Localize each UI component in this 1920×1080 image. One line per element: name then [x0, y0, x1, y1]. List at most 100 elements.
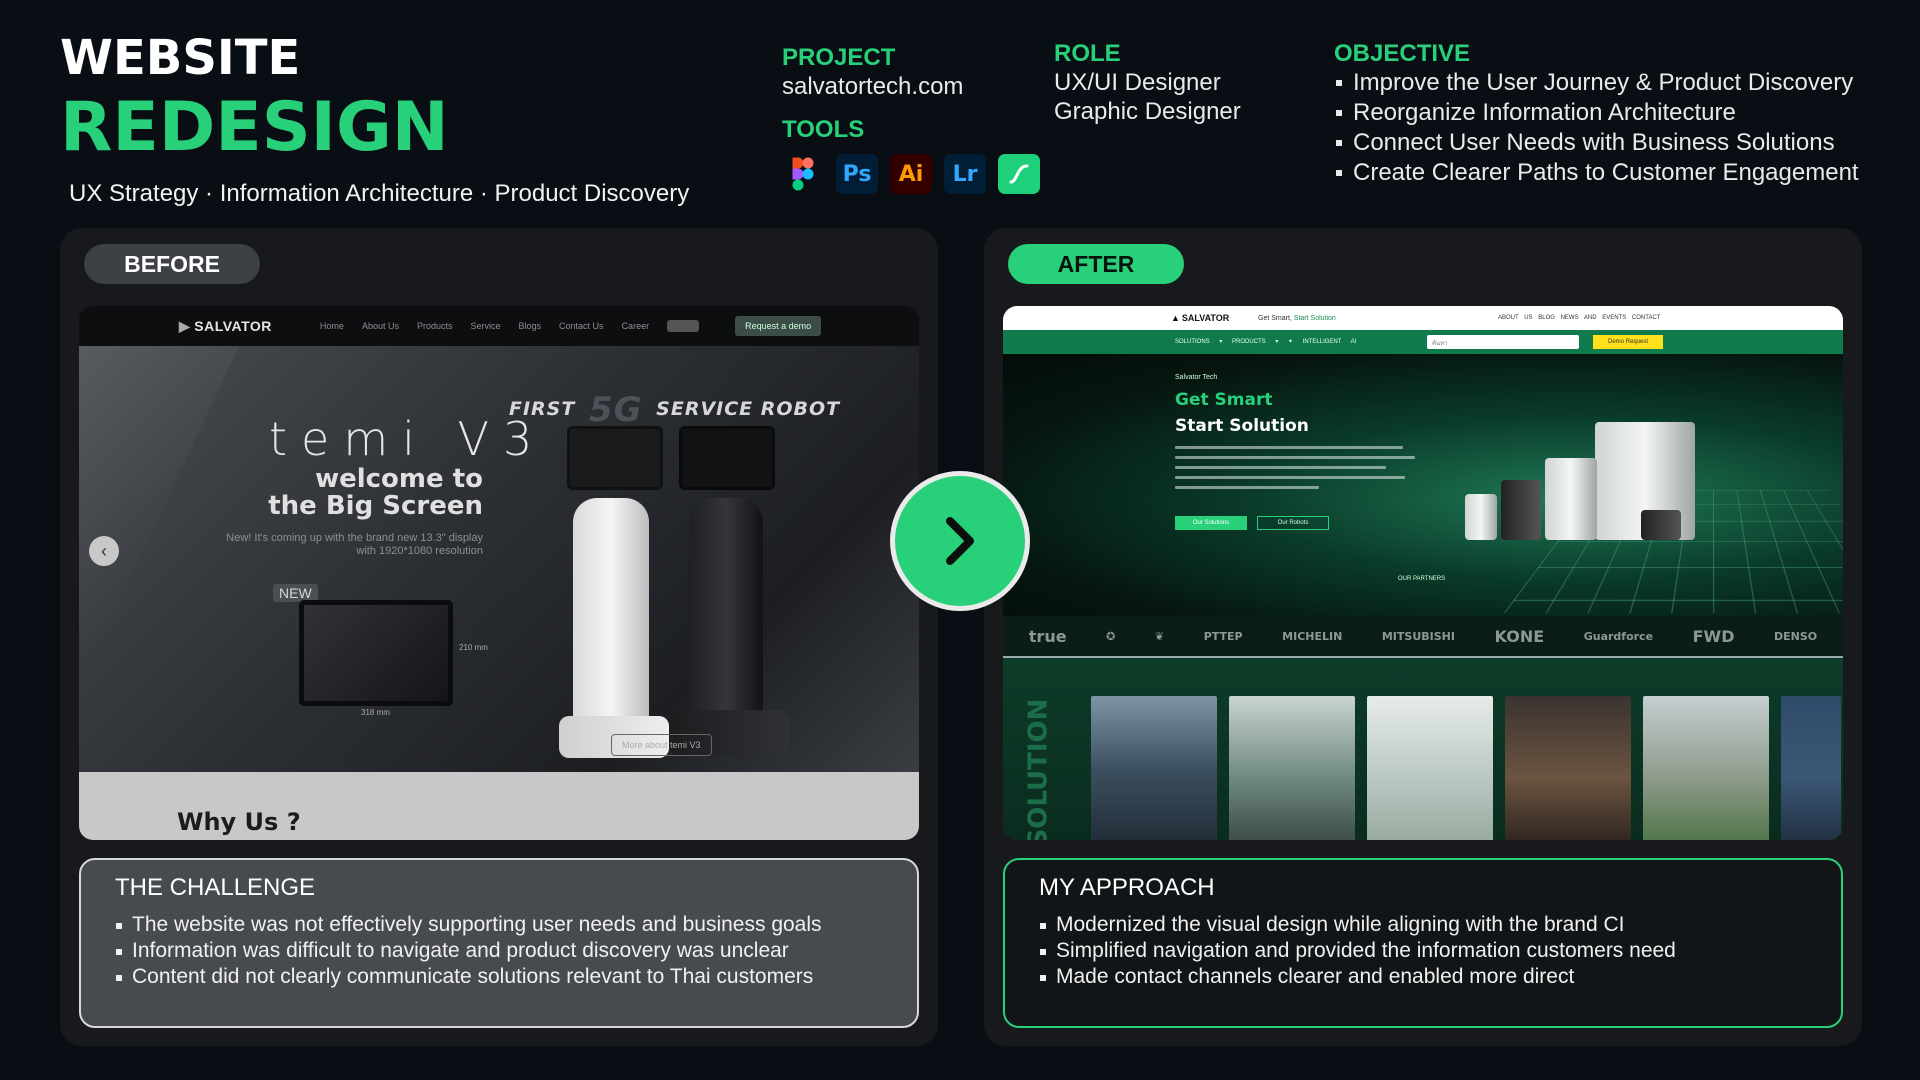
language-toggle[interactable]: [667, 320, 700, 332]
before-nav-item[interactable]: Home: [320, 321, 344, 331]
after-site-logo: SALVATOR: [1171, 313, 1229, 323]
subtitle: UX Strategy · Information Architecture ·…: [69, 180, 690, 207]
partner-logo: true: [1028, 626, 1067, 646]
decorative-stripe: [79, 346, 239, 646]
hero-headline: FIRST 5G SERVICE ROBOT: [509, 390, 841, 430]
approach-list: Modernized the visual design while align…: [1039, 912, 1807, 990]
partner-logo: ❦: [1154, 629, 1165, 643]
partners-logos: true ✪ ❦ PTTEP MICHELIN MITSUBISHI KONE …: [1003, 616, 1843, 658]
before-site-logo: SALVATOR: [179, 318, 272, 335]
objective-item: Create Clearer Paths to Customer Engagem…: [1334, 158, 1859, 188]
partner-logo: FWD: [1692, 626, 1735, 646]
illustrator-icon: Ai: [890, 154, 932, 194]
after-nav-links[interactable]: ABOUT US BLOG NEWS AND EVENTS CONTACT: [1498, 315, 1660, 321]
request-demo-button[interactable]: Request a demo: [735, 316, 822, 336]
approach-title: MY APPROACH: [1039, 874, 1215, 901]
objective-item: Improve the User Journey & Product Disco…: [1334, 68, 1859, 98]
project-block: PROJECT salvatortech.com: [782, 44, 963, 101]
approach-item: Made contact channels clearer and enable…: [1039, 964, 1807, 990]
our-robots-button[interactable]: Our Robots: [1257, 516, 1329, 530]
more-about-button[interactable]: More about temi V3: [611, 734, 712, 756]
before-nav-item[interactable]: Products: [417, 321, 453, 331]
role-line: UX/UI Designer: [1054, 69, 1221, 96]
objective-heading: OBJECTIVE: [1334, 40, 1471, 67]
partner-logo: PTTEP: [1203, 629, 1243, 643]
approach-item: Simplified navigation and provided the i…: [1039, 938, 1807, 964]
why-us-section: Why Us ?: [79, 772, 919, 840]
role-heading: ROLE: [1054, 40, 1121, 67]
solution-tile-hotel[interactable]: [1505, 696, 1631, 840]
after-subnav-items[interactable]: SOLUTIONS ▾ PRODUCTS ▾ ✦ INTELLIGENT AI: [1175, 338, 1356, 345]
challenge-list: The website was not effectively supporti…: [115, 912, 883, 990]
objective-list: Improve the User Journey & Product Disco…: [1334, 68, 1859, 188]
photoshop-icon: Ps: [836, 154, 878, 194]
title-redesign: REDESIGN: [60, 88, 449, 167]
before-nav-item[interactable]: Contact Us: [559, 321, 604, 331]
dimension-height: 210 mm: [459, 643, 488, 652]
before-nav-item[interactable]: About Us: [362, 321, 399, 331]
project-heading: PROJECT: [782, 44, 896, 71]
sw-icon: [998, 154, 1040, 194]
challenge-item: Information was difficult to navigate an…: [115, 938, 883, 964]
after-panel: AFTER SALVATOR Get Smart, Start Solution…: [984, 228, 1862, 1046]
partners-label: OUR PARTNERS: [1398, 576, 1446, 582]
objective-item: Connect User Needs with Business Solutio…: [1334, 128, 1859, 158]
carousel-prev-icon[interactable]: ‹: [89, 536, 119, 566]
hero-title: Start Solution: [1175, 416, 1309, 436]
our-solutions-button[interactable]: Our Solutions: [1175, 516, 1247, 530]
project-value: salvatortech.com: [782, 73, 964, 100]
challenge-box: THE CHALLENGE The website was not effect…: [79, 858, 919, 1028]
tools-heading: TOOLS: [782, 116, 865, 143]
objective-block: OBJECTIVE Improve the User Journey & Pro…: [1334, 40, 1859, 188]
before-nav-item[interactable]: Blogs: [519, 321, 542, 331]
hero-welcome: welcome to the Big Screen: [268, 464, 483, 521]
after-site-nav: SALVATOR Get Smart, Start Solution ABOUT…: [1003, 306, 1843, 330]
after-hero: Salvator Tech Get Smart Start Solution O…: [1003, 354, 1843, 616]
solution-tile-hospital[interactable]: [1367, 696, 1493, 840]
challenge-item: The website was not effectively supporti…: [115, 912, 883, 938]
title-website: WEBSITE: [60, 30, 301, 86]
next-arrow-button[interactable]: [890, 471, 1030, 611]
solution-label: SOLUTION: [1023, 698, 1054, 840]
objective-item: Reorganize Information Architecture: [1334, 98, 1859, 128]
lightroom-icon: Lr: [944, 154, 986, 194]
solution-tile-city[interactable]: [1091, 696, 1217, 840]
hero-kicker: Salvator Tech: [1175, 374, 1218, 381]
after-site-tagline: Get Smart, Start Solution: [1258, 314, 1336, 322]
tablet-image: [299, 600, 453, 706]
why-us-heading: Why Us ?: [177, 808, 301, 836]
challenge-title: THE CHALLENGE: [115, 874, 316, 901]
dimension-width: 318 mm: [361, 708, 390, 717]
products-image: [1445, 400, 1705, 540]
product-name: temi V3: [269, 412, 547, 466]
demo-request-button[interactable]: Demo Request: [1593, 335, 1663, 349]
after-screenshot: SALVATOR Get Smart, Start Solution ABOUT…: [1003, 306, 1843, 840]
role-line: Graphic Designer: [1054, 98, 1241, 125]
solution-tile-robot[interactable]: [1229, 696, 1355, 840]
partner-logo: KONE: [1494, 626, 1545, 646]
partner-logo: Guardforce: [1583, 629, 1654, 643]
before-site-nav: SALVATOR Home About Us Products Service …: [79, 306, 919, 346]
solution-tile-factory[interactable]: [1781, 696, 1841, 840]
hero-description: New! It's coming up with the brand new 1…: [226, 532, 483, 557]
hero-body-text: [1175, 446, 1415, 498]
before-nav-item[interactable]: Career: [622, 321, 650, 331]
before-panel: BEFORE SALVATOR Home About Us Products S…: [60, 228, 938, 1046]
before-nav-item[interactable]: Service: [471, 321, 501, 331]
approach-item: Modernized the visual design while align…: [1039, 912, 1807, 938]
partner-logo: MICHELIN: [1282, 629, 1343, 643]
partner-logo: DENSO: [1774, 629, 1818, 643]
solution-tile-building[interactable]: [1643, 696, 1769, 840]
approach-box: MY APPROACH Modernized the visual design…: [1003, 858, 1843, 1028]
robot-black-image: [669, 426, 799, 766]
before-hero: FIRST 5G SERVICE ROBOT temi V3 welcome t…: [79, 346, 919, 772]
search-input[interactable]: ค้นหา: [1427, 335, 1579, 349]
role-block: ROLE UX/UI Designer Graphic Designer: [1054, 40, 1241, 126]
solution-section: SOLUTION: [1003, 658, 1843, 840]
chevron-right-icon: [946, 517, 974, 565]
after-label: AFTER: [1008, 244, 1184, 284]
figma-icon: [782, 154, 824, 194]
hero-title-accent: Get Smart: [1175, 390, 1273, 410]
before-screenshot: SALVATOR Home About Us Products Service …: [79, 306, 919, 840]
partner-logo: ✪: [1106, 629, 1116, 643]
